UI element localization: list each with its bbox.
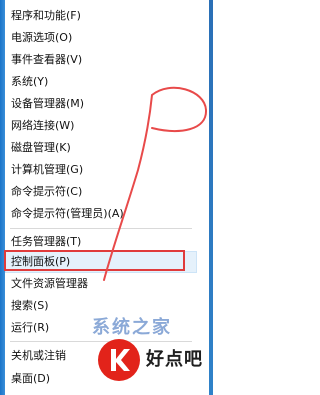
watermark-site-text: 好点吧 bbox=[146, 349, 203, 370]
menu-item-label: 程序和功能(F) bbox=[11, 9, 81, 22]
desktop-edge-left bbox=[0, 0, 5, 395]
menu-item-label: 搜索(S) bbox=[11, 299, 49, 312]
menu-separator bbox=[10, 228, 192, 229]
menu-item-programs-features[interactable]: 程序和功能(F) bbox=[6, 6, 196, 26]
menu-item-control-panel[interactable]: 控制面板(P) bbox=[5, 251, 197, 273]
menu-item-label: 磁盘管理(K) bbox=[11, 141, 71, 154]
menu-item-label: 任务管理器(T) bbox=[11, 235, 82, 248]
menu-item-file-explorer[interactable]: 文件资源管理器 bbox=[6, 274, 196, 294]
menu-item-label: 关机或注销 bbox=[11, 349, 66, 362]
menu-item-label: 网络连接(W) bbox=[11, 119, 75, 132]
menu-item-label: 电源选项(O) bbox=[11, 31, 73, 44]
watermark-faded-text: 系统之家 bbox=[92, 317, 172, 338]
menu-item-network-connections[interactable]: 网络连接(W) bbox=[6, 116, 196, 136]
menu-item-power-options[interactable]: 电源选项(O) bbox=[6, 28, 196, 48]
desktop-edge-right bbox=[209, 0, 213, 395]
menu-item-label: 系统(Y) bbox=[11, 75, 49, 88]
menu-item-label: 命令提示符(管理员)(A) bbox=[11, 207, 124, 220]
menu-item-label: 设备管理器(M) bbox=[11, 97, 85, 110]
menu-item-label: 运行(R) bbox=[11, 321, 50, 334]
menu-item-disk-management[interactable]: 磁盘管理(K) bbox=[6, 138, 196, 158]
menu-item-command-prompt[interactable]: 命令提示符(C) bbox=[6, 182, 196, 202]
menu-item-label: 文件资源管理器 bbox=[11, 277, 88, 290]
menu-item-device-manager[interactable]: 设备管理器(M) bbox=[6, 94, 196, 114]
menu-item-task-manager[interactable]: 任务管理器(T) bbox=[6, 232, 196, 252]
menu-item-computer-management[interactable]: 计算机管理(G) bbox=[6, 160, 196, 180]
menu-item-command-prompt-admin[interactable]: 命令提示符(管理员)(A) bbox=[6, 204, 196, 224]
menu-item-event-viewer[interactable]: 事件查看器(V) bbox=[6, 50, 196, 70]
menu-item-label: 控制面板(P) bbox=[11, 255, 71, 268]
menu-item-label: 桌面(D) bbox=[11, 372, 51, 385]
watermark-logo-icon bbox=[98, 339, 140, 381]
menu-item-label: 事件查看器(V) bbox=[11, 53, 83, 66]
menu-item-label: 计算机管理(G) bbox=[11, 163, 84, 176]
menu-item-label: 命令提示符(C) bbox=[11, 185, 83, 198]
menu-item-system[interactable]: 系统(Y) bbox=[6, 72, 196, 92]
